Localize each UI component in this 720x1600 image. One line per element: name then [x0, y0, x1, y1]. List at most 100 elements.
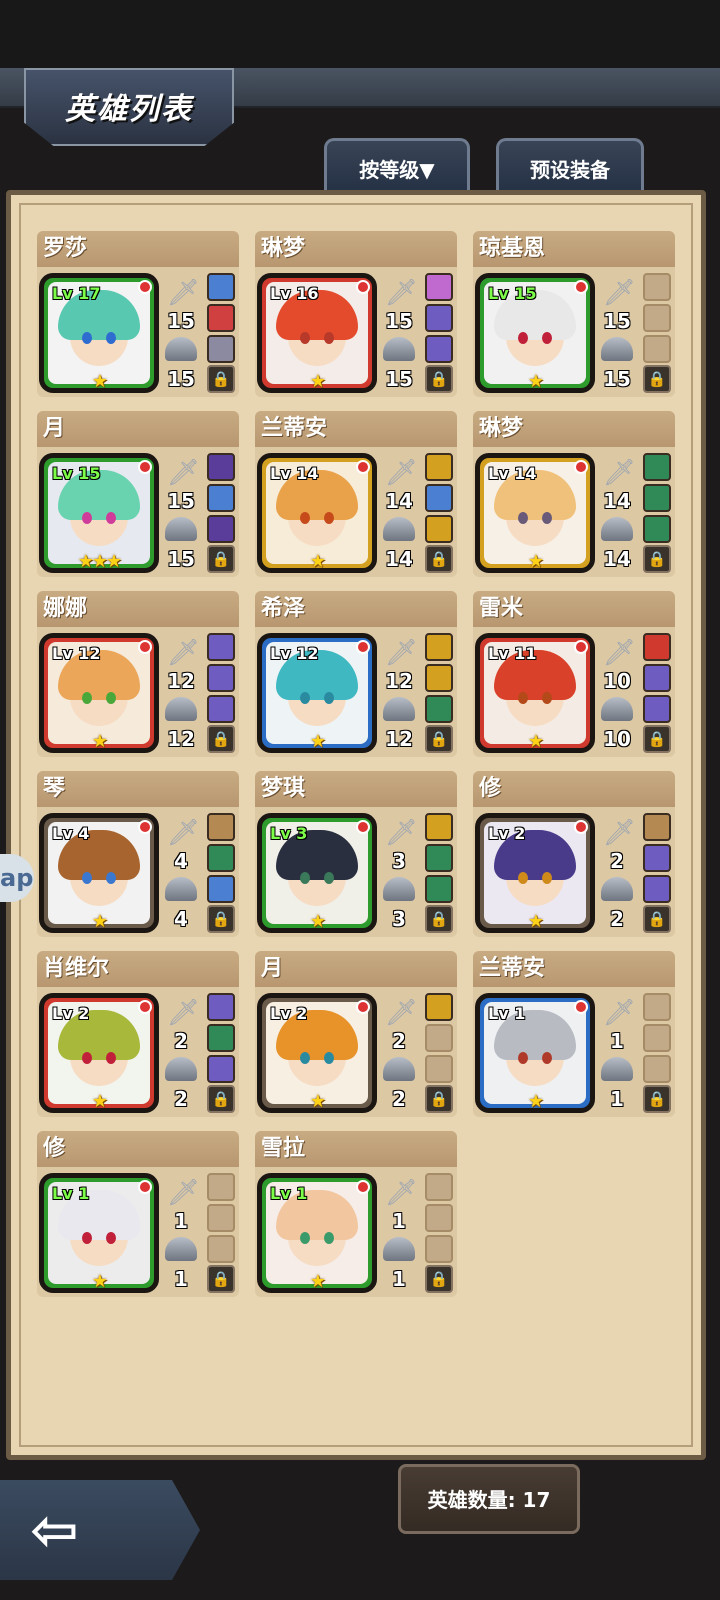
lock-icon[interactable]: 🔒 [207, 1085, 235, 1113]
equipment-slot-icon[interactable] [425, 813, 453, 841]
lock-icon[interactable]: 🔒 [207, 545, 235, 573]
empty-equipment-slot[interactable] [643, 273, 671, 301]
equipment-slot-icon[interactable] [643, 844, 671, 872]
hero-portrait[interactable]: Lv 15 ★ [475, 273, 595, 393]
equipment-slot-icon[interactable] [207, 813, 235, 841]
lock-icon[interactable]: 🔒 [643, 905, 671, 933]
hero-card[interactable]: 雷米 Lv 11 ★ 🗡 10 10 🔒 [473, 591, 675, 757]
empty-equipment-slot[interactable] [425, 1024, 453, 1052]
hero-card[interactable]: 琳梦 Lv 16 ★ 🗡 15 15 🔒 [255, 231, 457, 397]
equipment-slot-icon[interactable] [207, 664, 235, 692]
hero-portrait[interactable]: Lv 4 ★ [39, 813, 159, 933]
equipment-slot-icon[interactable] [643, 633, 671, 661]
equipment-slot-icon[interactable] [425, 335, 453, 363]
equipment-slot-icon[interactable] [207, 484, 235, 512]
lock-icon[interactable]: 🔒 [207, 365, 235, 393]
equipment-slot-icon[interactable] [207, 273, 235, 301]
equipment-slot-icon[interactable] [425, 304, 453, 332]
hero-card[interactable]: 雪拉 Lv 1 ★ 🗡 1 1 🔒 [255, 1131, 457, 1297]
hero-portrait[interactable]: Lv 14 ★ [475, 453, 595, 573]
lock-icon[interactable]: 🔒 [643, 365, 671, 393]
hero-card[interactable]: 月 Lv 2 ★ 🗡 2 2 🔒 [255, 951, 457, 1117]
hero-card[interactable]: 梦琪 Lv 3 ★ 🗡 3 3 🔒 [255, 771, 457, 937]
equipment-slot-icon[interactable] [425, 273, 453, 301]
hero-card[interactable]: 修 Lv 2 ★ 🗡 2 2 🔒 [473, 771, 675, 937]
lock-icon[interactable]: 🔒 [207, 725, 235, 753]
equipment-slot-icon[interactable] [643, 515, 671, 543]
hero-portrait[interactable]: Lv 14 ★ [257, 453, 377, 573]
hero-portrait[interactable]: Lv 2 ★ [475, 813, 595, 933]
equipment-slot-icon[interactable] [207, 1055, 235, 1083]
lock-icon[interactable]: 🔒 [207, 905, 235, 933]
preset-equipment-button[interactable]: 预设装备 [496, 138, 644, 194]
hero-card[interactable]: 兰蒂安 Lv 14 ★ 🗡 14 14 🔒 [255, 411, 457, 577]
lock-icon[interactable]: 🔒 [643, 725, 671, 753]
hero-card[interactable]: 希泽 Lv 12 ★ 🗡 12 12 🔒 [255, 591, 457, 757]
equipment-slot-icon[interactable] [643, 484, 671, 512]
empty-equipment-slot[interactable] [643, 304, 671, 332]
hero-card[interactable]: 琼基恩 Lv 15 ★ 🗡 15 15 🔒 [473, 231, 675, 397]
hero-portrait[interactable]: Lv 1 ★ [475, 993, 595, 1113]
equipment-slot-icon[interactable] [425, 695, 453, 723]
hero-portrait[interactable]: Lv 1 ★ [257, 1173, 377, 1293]
equipment-slot-icon[interactable] [207, 335, 235, 363]
hero-card[interactable]: 琴 Lv 4 ★ 🗡 4 4 🔒 [37, 771, 239, 937]
equipment-slot-icon[interactable] [425, 875, 453, 903]
hero-portrait[interactable]: Lv 2 ★ [39, 993, 159, 1113]
equipment-slot-icon[interactable] [643, 875, 671, 903]
lock-icon[interactable]: 🔒 [425, 905, 453, 933]
hero-portrait[interactable]: Lv 2 ★ [257, 993, 377, 1113]
equipment-slot-icon[interactable] [425, 484, 453, 512]
hero-card[interactable]: 娜娜 Lv 12 ★ 🗡 12 12 🔒 [37, 591, 239, 757]
empty-equipment-slot[interactable] [207, 1235, 235, 1263]
hero-portrait[interactable]: Lv 11 ★ [475, 633, 595, 753]
equipment-slot-icon[interactable] [207, 1024, 235, 1052]
empty-equipment-slot[interactable] [643, 1055, 671, 1083]
lock-icon[interactable]: 🔒 [643, 1085, 671, 1113]
empty-equipment-slot[interactable] [643, 1024, 671, 1052]
back-arrow-icon[interactable]: ⇦ [30, 1500, 160, 1560]
hero-portrait[interactable]: Lv 15 ★★★ [39, 453, 159, 573]
lock-icon[interactable]: 🔒 [643, 545, 671, 573]
equipment-slot-icon[interactable] [425, 515, 453, 543]
lock-icon[interactable]: 🔒 [207, 1265, 235, 1293]
equipment-slot-icon[interactable] [643, 453, 671, 481]
equipment-slot-icon[interactable] [207, 633, 235, 661]
empty-equipment-slot[interactable] [643, 335, 671, 363]
hero-card[interactable]: 肖维尔 Lv 2 ★ 🗡 2 2 🔒 [37, 951, 239, 1117]
equipment-slot-icon[interactable] [207, 844, 235, 872]
hero-portrait[interactable]: Lv 12 ★ [257, 633, 377, 753]
equipment-slot-icon[interactable] [207, 875, 235, 903]
empty-equipment-slot[interactable] [207, 1204, 235, 1232]
equipment-slot-icon[interactable] [425, 453, 453, 481]
empty-equipment-slot[interactable] [425, 1173, 453, 1201]
hero-portrait[interactable]: Lv 3 ★ [257, 813, 377, 933]
equipment-slot-icon[interactable] [425, 633, 453, 661]
hero-card[interactable]: 琳梦 Lv 14 ★ 🗡 14 14 🔒 [473, 411, 675, 577]
lock-icon[interactable]: 🔒 [425, 365, 453, 393]
sort-by-level-button[interactable]: 按等级▼ [324, 138, 470, 194]
hero-card[interactable]: 兰蒂安 Lv 1 ★ 🗡 1 1 🔒 [473, 951, 675, 1117]
hero-card[interactable]: 罗莎 Lv 17 ★ 🗡 15 15 🔒 [37, 231, 239, 397]
empty-equipment-slot[interactable] [425, 1055, 453, 1083]
lock-icon[interactable]: 🔒 [425, 1265, 453, 1293]
lock-icon[interactable]: 🔒 [425, 545, 453, 573]
lock-icon[interactable]: 🔒 [425, 1085, 453, 1113]
hero-portrait[interactable]: Lv 12 ★ [39, 633, 159, 753]
equipment-slot-icon[interactable] [207, 453, 235, 481]
equipment-slot-icon[interactable] [425, 993, 453, 1021]
equipment-slot-icon[interactable] [643, 695, 671, 723]
hero-portrait[interactable]: Lv 16 ★ [257, 273, 377, 393]
empty-equipment-slot[interactable] [643, 993, 671, 1021]
equipment-slot-icon[interactable] [425, 664, 453, 692]
equipment-slot-icon[interactable] [207, 515, 235, 543]
hero-portrait[interactable]: Lv 17 ★ [39, 273, 159, 393]
hero-card[interactable]: 月 Lv 15 ★★★ 🗡 15 15 🔒 [37, 411, 239, 577]
equipment-slot-icon[interactable] [425, 844, 453, 872]
empty-equipment-slot[interactable] [425, 1235, 453, 1263]
empty-equipment-slot[interactable] [425, 1204, 453, 1232]
equipment-slot-icon[interactable] [643, 664, 671, 692]
equipment-slot-icon[interactable] [207, 695, 235, 723]
empty-equipment-slot[interactable] [207, 1173, 235, 1201]
hero-card[interactable]: 修 Lv 1 ★ 🗡 1 1 🔒 [37, 1131, 239, 1297]
